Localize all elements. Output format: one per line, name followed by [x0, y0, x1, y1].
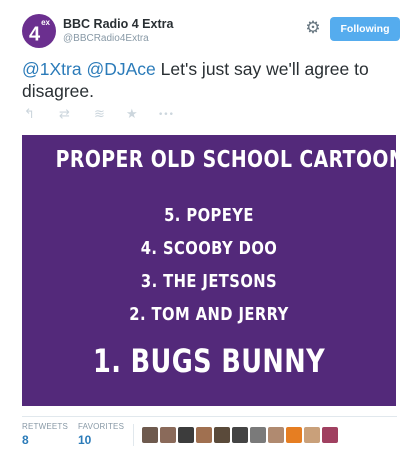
more-icon[interactable]: ••• [158, 106, 174, 124]
display-name[interactable]: BBC Radio 4 Extra [63, 17, 173, 32]
favoriter-avatar[interactable] [196, 427, 212, 443]
buffer-icon[interactable]: ≋ [94, 106, 105, 124]
tweet-header: 4ex BBC Radio 4 Extra @BBCRadio4Extra ⚙ … [0, 0, 415, 56]
list-item: 3. THE JETSONS [140, 271, 278, 292]
handle[interactable]: @BBCRadio4Extra [63, 32, 173, 45]
mention-link[interactable]: @1Xtra [22, 59, 82, 79]
mention-link[interactable]: @DJAce [86, 59, 155, 79]
list-item-top: 1. BUGS BUNNY [93, 342, 325, 380]
list-item: 2. TOM AND JERRY [129, 304, 289, 325]
retweets-label: RETWEETS [22, 422, 69, 431]
favoriter-avatar[interactable] [142, 427, 158, 443]
favoriter-avatar[interactable] [232, 427, 248, 443]
favoriter-avatar[interactable] [268, 427, 284, 443]
image-title: PROPER OLD SCHOOL CARTOONS [55, 147, 396, 173]
account-names[interactable]: BBC Radio 4 Extra @BBCRadio4Extra [63, 17, 173, 45]
avatar-sup: ex [41, 18, 51, 27]
retweets-stat[interactable]: RETWEETS 8 [22, 422, 68, 447]
avatar-text: 4 [28, 23, 41, 46]
favoriter-avatar[interactable] [304, 427, 320, 443]
favoriter-avatar[interactable] [160, 427, 176, 443]
favorites-count: 10 [78, 433, 92, 447]
avatar[interactable]: 4ex [22, 14, 56, 48]
favoriter-avatar[interactable] [322, 427, 338, 443]
tweet-text: @1Xtra @DJAce Let's just say we'll agree… [22, 58, 397, 102]
list-item: 4. SCOOBY DOO [140, 238, 278, 259]
following-button[interactable]: Following [330, 17, 400, 41]
favorite-icon[interactable]: ★ [126, 106, 138, 124]
tweet-image[interactable]: PROPER OLD SCHOOL CARTOONS 5. POPEYE 4. … [22, 135, 396, 406]
divider [22, 416, 397, 417]
favoriter-avatar[interactable] [214, 427, 230, 443]
favoriter-avatar[interactable] [250, 427, 266, 443]
retweet-icon[interactable]: ⇄ [59, 106, 70, 124]
retweets-count: 8 [22, 433, 29, 447]
list-item: 5. POPEYE [164, 205, 254, 226]
favoriter-avatar[interactable] [178, 427, 194, 443]
reply-icon[interactable]: ↰ [24, 106, 35, 124]
favorites-label: FAVORITES [78, 422, 125, 431]
favorites-stat[interactable]: FAVORITES 10 [78, 422, 124, 447]
favoriter-avatar[interactable] [286, 427, 302, 443]
gear-icon[interactable]: ⚙ [302, 17, 324, 39]
divider [133, 424, 134, 446]
